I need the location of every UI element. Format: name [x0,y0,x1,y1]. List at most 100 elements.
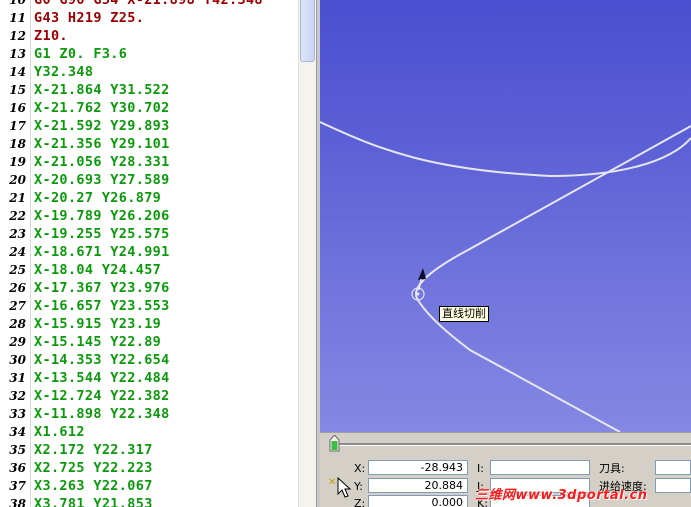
code-line[interactable]: 33 X-11.898 Y22.348 [0,405,298,423]
gcode-editor[interactable]: 10 G0 G90 G54 X-21.898 Y42.348 11 G43 H219 … [0,0,316,507]
code-text[interactable]: Y32.348 [34,63,93,81]
code-line[interactable]: 21 X-20.27 Y26.879 [0,189,298,207]
code-text[interactable]: X-15.915 Y23.19 [34,315,161,333]
line-number: 35 [9,443,26,457]
code-text[interactable]: Z10. [34,27,68,45]
code-text[interactable]: X-21.762 Y30.702 [34,99,170,117]
line-number: 16 [9,101,26,115]
code-line[interactable]: 34 X1.612 [0,423,298,441]
code-text[interactable]: X2.172 Y22.317 [34,441,153,459]
code-line[interactable]: 29 X-15.145 Y22.89 [0,333,298,351]
line-number: 19 [9,155,26,169]
tool-label: 刀具: [599,462,625,475]
code-line[interactable]: 31 X-13.544 Y22.484 [0,369,298,387]
code-text[interactable]: G0 G90 G54 X-21.898 Y42.348 [34,0,263,9]
code-line[interactable]: 19 X-21.056 Y28.331 [0,153,298,171]
code-line[interactable]: 16 X-21.762 Y30.702 [0,99,298,117]
code-text[interactable]: X-21.864 Y31.522 [34,81,170,99]
tool-position-dot [416,292,420,296]
code-text[interactable]: X-20.693 Y27.589 [34,171,170,189]
line-number: 17 [9,119,26,133]
code-text[interactable]: X-21.592 Y29.893 [34,117,170,135]
code-line[interactable]: 11 G43 H219 Z25. [0,9,298,27]
code-text[interactable]: G43 H219 Z25. [34,9,144,27]
code-text[interactable]: X-19.255 Y25.575 [34,225,170,243]
line-number: 26 [9,281,26,295]
line-number: 24 [9,245,26,259]
code-text[interactable]: X-12.724 Y22.382 [34,387,170,405]
code-text[interactable]: G1 Z0. F3.6 [34,45,127,63]
x-label: X: [354,462,366,475]
code-line[interactable]: 30 X-14.353 Y22.654 [0,351,298,369]
line-number: 18 [9,137,26,151]
x-coordinate-field[interactable]: -28.943 [368,460,468,475]
line-number: 25 [9,263,26,277]
scrollbar-thumb[interactable] [300,0,315,62]
code-text[interactable]: X3.781 Y21.853 [34,495,153,507]
code-text[interactable]: X-17.367 Y23.976 [34,279,170,297]
code-line[interactable]: 38 X3.781 Y21.853 [0,495,298,507]
code-line[interactable]: 13 G1 Z0. F3.6 [0,45,298,63]
line-number: 36 [9,461,26,475]
i-field[interactable] [490,460,590,475]
watermark-text: 三维网www.3dportal.cn [475,488,648,503]
code-text[interactable]: X1.612 [34,423,85,441]
code-text[interactable]: X2.725 Y22.223 [34,459,153,477]
tool-field[interactable] [655,460,691,475]
code-text[interactable]: X-21.356 Y29.101 [34,135,170,153]
code-line[interactable]: 15 X-21.864 Y31.522 [0,81,298,99]
code-text[interactable]: X-13.544 Y22.484 [34,369,170,387]
editor-scrollbar[interactable] [298,0,316,507]
z-label: Z: [354,497,366,507]
line-number: 23 [9,227,26,241]
line-number: 12 [9,29,26,43]
axis-marker-icon: ✕ [328,477,337,488]
code-text[interactable]: X-16.657 Y23.553 [34,297,170,315]
code-line[interactable]: 18 X-21.356 Y29.101 [0,135,298,153]
line-number: 28 [9,317,26,331]
code-line[interactable]: 28 X-15.915 Y23.19 [0,315,298,333]
code-line[interactable]: 37 X3.263 Y22.067 [0,477,298,495]
code-line[interactable]: 36 X2.725 Y22.223 [0,459,298,477]
code-text[interactable]: X-19.789 Y26.206 [34,207,170,225]
code-line[interactable]: 14 Y32.348 [0,63,298,81]
line-number: 20 [9,173,26,187]
code-text[interactable]: X-18.671 Y24.991 [34,243,170,261]
code-line[interactable]: 32 X-12.724 Y22.382 [0,387,298,405]
line-number: 27 [9,299,26,313]
line-number: 21 [9,191,26,205]
code-text[interactable]: X3.263 Y22.067 [34,477,153,495]
line-number: 31 [9,371,26,385]
code-line[interactable]: 27 X-16.657 Y23.553 [0,297,298,315]
y-coordinate-field[interactable]: 20.884 [368,478,468,493]
toolpath-direction-arrow-icon [418,268,426,280]
line-number: 38 [9,497,26,507]
code-line[interactable]: 20 X-20.693 Y27.589 [0,171,298,189]
line-number: 13 [9,47,26,61]
code-text[interactable]: X-21.056 Y28.331 [34,153,170,171]
line-number: 34 [9,425,26,439]
playback-slider-handle[interactable] [329,435,340,452]
code-line[interactable]: 12 Z10. [0,27,298,45]
code-line[interactable]: 22 X-19.789 Y26.206 [0,207,298,225]
line-number: 22 [9,209,26,223]
simulation-viewport[interactable]: 直线切削 [320,0,691,432]
line-number: 10 [9,0,26,7]
code-text[interactable]: X-20.27 Y26.879 [34,189,161,207]
code-text[interactable]: X-18.04 Y24.457 [34,261,161,279]
code-line[interactable]: 25 X-18.04 Y24.457 [0,261,298,279]
playback-slider-track[interactable] [334,443,691,446]
code-line[interactable]: 35 X2.172 Y22.317 [0,441,298,459]
code-line[interactable]: 24 X-18.671 Y24.991 [0,243,298,261]
code-line[interactable]: 26 X-17.367 Y23.976 [0,279,298,297]
code-text[interactable]: X-11.898 Y22.348 [34,405,170,423]
feed-rate-field[interactable] [655,478,691,493]
code-line[interactable]: 23 X-19.255 Y25.575 [0,225,298,243]
code-text[interactable]: X-15.145 Y22.89 [34,333,161,351]
code-lines[interactable]: 10 G0 G90 G54 X-21.898 Y42.348 11 G43 H219 … [0,0,298,507]
code-text[interactable]: X-14.353 Y22.654 [34,351,170,369]
toolpath-arc [320,121,691,178]
code-line[interactable]: 17 X-21.592 Y29.893 [0,117,298,135]
code-line[interactable]: 10 G0 G90 G54 X-21.898 Y42.348 [0,0,298,9]
z-coordinate-field[interactable]: 0.000 [368,495,468,507]
